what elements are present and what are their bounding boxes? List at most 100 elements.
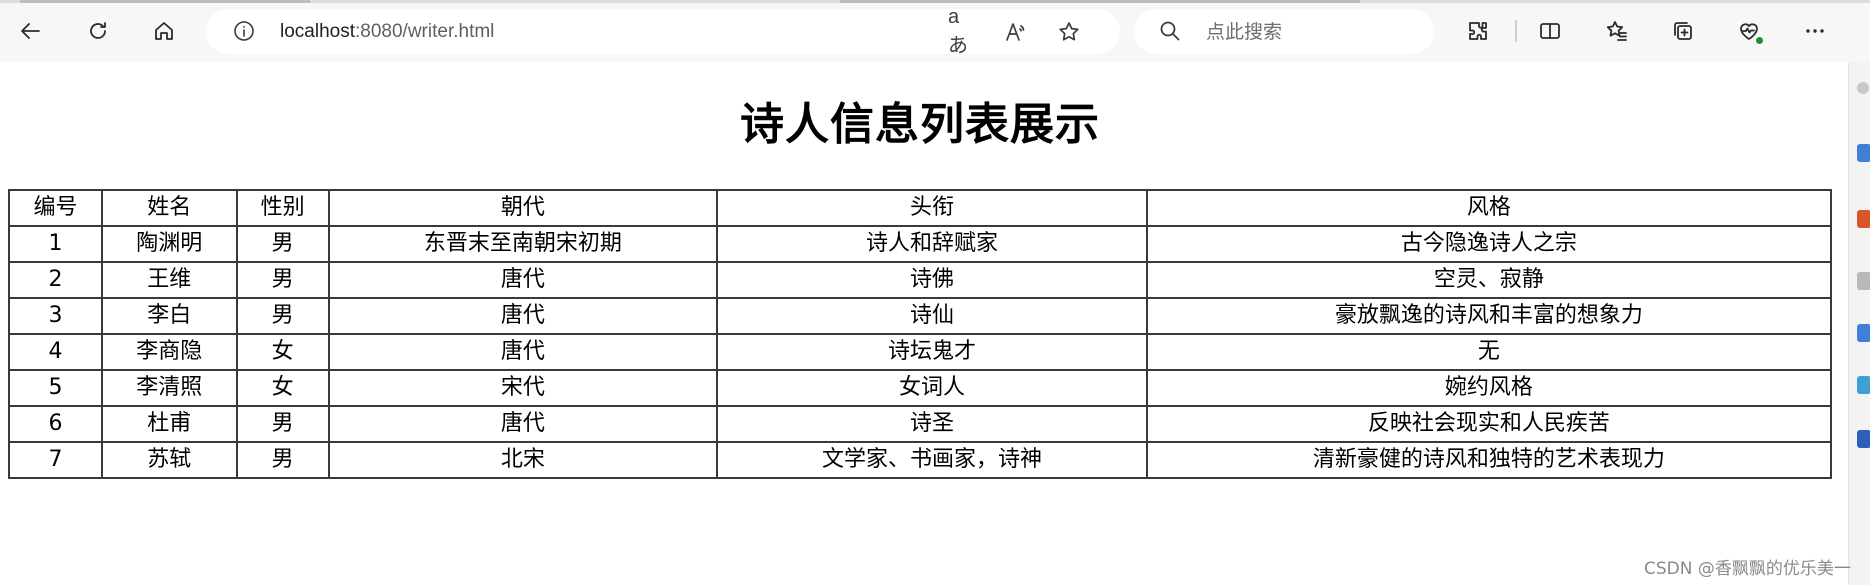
table-row: 1 陶渊明 男 东晋末至南朝宋初期 诗人和辞赋家 古今隐逸诗人之宗 [8,225,1833,263]
cell-dynasty: 北宋 [327,441,719,479]
cell-title: 文学家、书画家，诗神 [716,441,1148,479]
cell-gender: 男 [235,225,330,263]
header-dynasty: 朝代 [327,189,719,227]
sidebar-search-icon[interactable] [1857,82,1869,94]
cell-name: 苏轼 [100,441,238,479]
toolbar-divider [1515,20,1517,42]
extensions-button[interactable] [1459,12,1497,50]
cell-style: 清新豪健的诗风和独特的艺术表现力 [1145,441,1833,479]
cell-dynasty: 东晋末至南朝宋初期 [327,225,719,263]
url-host: localhost [280,21,355,42]
cell-id: 5 [8,369,103,407]
cell-id: 4 [8,333,103,371]
read-mode-icon: aあ [948,6,968,57]
cell-name: 陶渊明 [100,225,238,263]
cell-style: 婉约风格 [1145,369,1833,407]
sidebar-app-icon[interactable] [1857,430,1870,448]
search-icon [1158,19,1184,45]
header-title: 头衔 [716,189,1148,227]
table-row: 4 李商隐 女 唐代 诗坛鬼才 无 [8,333,1833,371]
favorites-button[interactable] [1598,12,1636,50]
sidebar-rail [1848,62,1870,585]
cell-dynasty: 唐代 [327,261,719,299]
cell-dynasty: 唐代 [327,333,719,371]
back-button[interactable] [12,12,50,50]
cell-name: 李商隐 [100,333,238,371]
back-arrow-icon [21,23,40,39]
home-icon [155,22,173,40]
cell-id: 6 [8,405,103,443]
cell-title: 诗坛鬼才 [716,333,1148,371]
cell-name: 李清照 [100,369,238,407]
sidebar-app-icon[interactable] [1857,324,1870,342]
watermark: CSDN @香飘飘的优乐美一 [1644,559,1851,579]
sidebar-app-icon[interactable] [1857,210,1870,228]
table-row: 6 杜甫 男 唐代 诗圣 反映社会现实和人民疾苦 [8,405,1833,443]
read-aloud-button[interactable] [1000,17,1030,47]
table-row: 2 王维 男 唐代 诗佛 空灵、寂静 [8,261,1833,299]
poet-table: 编号 姓名 性别 朝代 头衔 风格 1 陶渊明 男 东晋末至南朝宋初期 诗人和辞… [8,189,1833,479]
cell-title: 诗佛 [716,261,1148,299]
cell-dynasty: 唐代 [327,405,719,443]
address-bar[interactable]: localhost:8080/writer.html aあ [206,6,1120,57]
search-box[interactable]: 点此搜索 [1134,9,1434,54]
cell-dynasty: 宋代 [327,369,719,407]
read-aloud-icon [1006,23,1025,41]
tab-strip-edge [0,0,1870,3]
cell-gender: 男 [235,261,330,299]
site-info-icon[interactable] [232,19,258,45]
cell-title: 诗仙 [716,297,1148,335]
cell-id: 3 [8,297,103,335]
table-row: 7 苏轼 男 北宋 文学家、书画家，诗神 清新豪健的诗风和独特的艺术表现力 [8,441,1833,479]
header-id: 编号 [8,189,103,227]
header-style: 风格 [1145,189,1833,227]
cell-style: 豪放飘逸的诗风和丰富的想象力 [1145,297,1833,335]
cell-gender: 女 [235,369,330,407]
cell-title: 诗圣 [716,405,1148,443]
puzzle-icon [1469,22,1487,40]
split-screen-icon [1540,23,1560,39]
header-gender: 性别 [235,189,330,227]
sidebar-app-icon[interactable] [1857,376,1870,394]
favorite-button[interactable] [1054,17,1084,47]
browser-toolbar: localhost:8080/writer.html aあ 点此搜索 [0,0,1870,62]
star-icon [1059,22,1079,41]
performance-button[interactable] [1730,12,1768,50]
split-screen-button[interactable] [1531,12,1569,50]
table-row: 5 李清照 女 宋代 女词人 婉约风格 [8,369,1833,407]
refresh-button[interactable] [79,12,117,50]
table-row: 3 李白 男 唐代 诗仙 豪放飘逸的诗风和丰富的想象力 [8,297,1833,335]
url-path: :8080/writer.html [355,21,495,42]
cell-id: 7 [8,441,103,479]
cell-gender: 男 [235,297,330,335]
collections-icon [1674,22,1692,40]
sidebar-app-icon[interactable] [1857,272,1870,290]
cell-style: 无 [1145,333,1833,371]
cell-id: 1 [8,225,103,263]
more-menu-button[interactable] [1796,12,1834,50]
cell-dynasty: 唐代 [327,297,719,335]
cell-id: 2 [8,261,103,299]
cell-style: 反映社会现实和人民疾苦 [1145,405,1833,443]
cell-name: 杜甫 [100,405,238,443]
cell-name: 王维 [100,261,238,299]
cell-gender: 男 [235,441,330,479]
search-placeholder: 点此搜索 [1206,21,1283,43]
collections-button[interactable] [1664,12,1702,50]
read-mode-button[interactable]: aあ [948,6,978,57]
refresh-icon [90,22,106,39]
cell-title: 诗人和辞赋家 [716,225,1148,263]
home-button[interactable] [145,12,183,50]
table-header-row: 编号 姓名 性别 朝代 头衔 风格 [8,189,1833,227]
cell-title: 女词人 [716,369,1148,407]
cell-style: 古今隐逸诗人之宗 [1145,225,1833,263]
page-title: 诗人信息列表展示 [740,99,1100,150]
sidebar-app-icon[interactable] [1857,144,1870,162]
status-dot-icon [1754,35,1765,46]
header-name: 姓名 [100,189,238,227]
cell-gender: 男 [235,405,330,443]
cell-gender: 女 [235,333,330,371]
favorites-list-icon [1606,21,1627,41]
url-text[interactable]: localhost:8080/writer.html [280,19,494,45]
more-icon [1806,29,1824,33]
